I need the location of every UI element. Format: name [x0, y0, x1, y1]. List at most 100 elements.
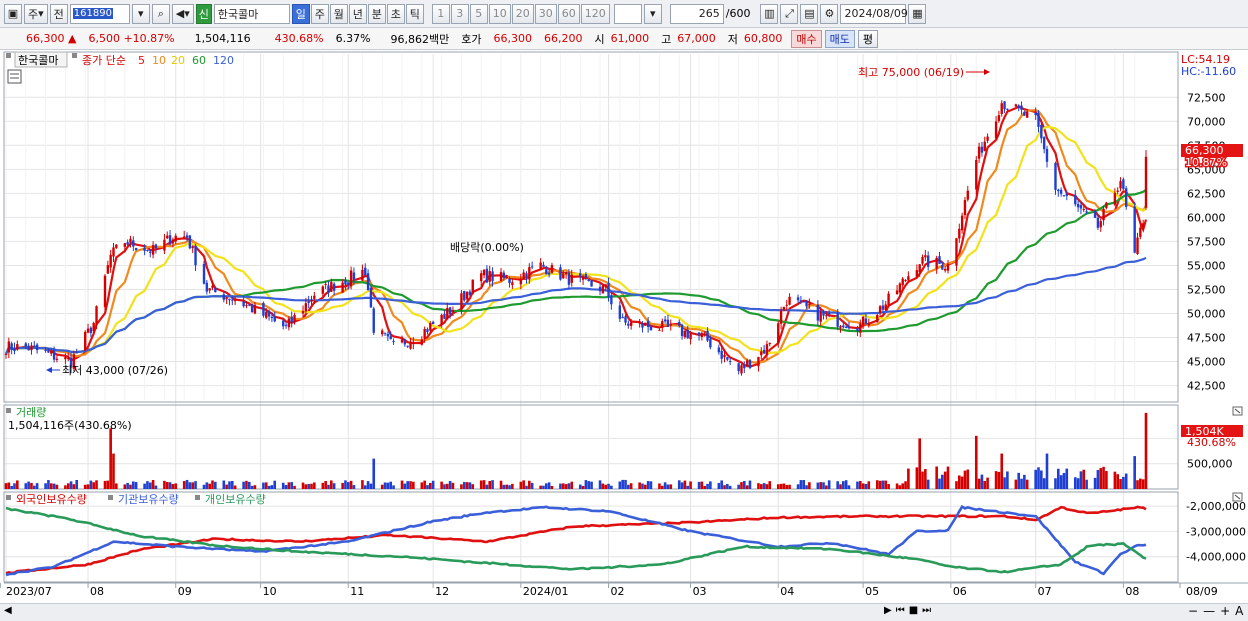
volume-bar	[1006, 471, 1009, 489]
candle-body	[745, 360, 749, 367]
period-tab[interactable]: 월	[329, 3, 348, 24]
date-input[interactable]: 2024/08/09	[840, 3, 908, 24]
volume-bar	[955, 481, 958, 489]
volume-bar	[743, 480, 746, 489]
chart-type-icon[interactable]: ▥	[760, 3, 779, 24]
low-arrow-head-icon	[46, 367, 52, 373]
layout-icon[interactable]: ▣	[4, 3, 22, 24]
price-tick-label: 42,500	[1187, 380, 1226, 393]
sell-button[interactable]: 매도	[824, 29, 855, 48]
save-icon[interactable]: ▤	[800, 3, 819, 24]
period-tab[interactable]: 년	[348, 3, 367, 24]
eval-button[interactable]: 평	[857, 29, 879, 48]
candle-body	[680, 324, 684, 337]
candle-body	[610, 295, 613, 305]
code-input[interactable]: 161890	[69, 3, 130, 24]
volume-bar	[465, 482, 469, 489]
candle-body	[1059, 189, 1063, 194]
candle-body	[867, 322, 870, 326]
stock-name-field[interactable]: 한국콜마	[213, 3, 290, 24]
interval-button[interactable]: 1	[431, 3, 450, 24]
period-tab[interactable]: 틱	[405, 3, 424, 24]
text-size-icon[interactable]: A	[1235, 604, 1243, 618]
candle-body	[1093, 210, 1097, 218]
volume-bar	[799, 480, 803, 489]
volume-bar	[581, 485, 585, 489]
period-tab[interactable]: 초	[386, 3, 405, 24]
stop-icon[interactable]: ■	[909, 605, 918, 616]
volume-bar	[740, 482, 743, 489]
period-tab[interactable]: 주	[310, 3, 329, 24]
interval-button[interactable]: 60	[557, 3, 580, 24]
volume-bar	[191, 482, 194, 489]
period-tab[interactable]: 분	[367, 3, 386, 24]
candle-body	[975, 159, 978, 190]
chevron-down-icon[interactable]: ▾	[131, 3, 150, 24]
volume-bar	[304, 484, 308, 489]
volume-bar	[878, 480, 882, 489]
candle-body	[30, 345, 33, 351]
volume-bar	[301, 482, 305, 489]
interval-button[interactable]: 20	[511, 3, 534, 24]
candle-body	[13, 347, 16, 352]
volume-bar	[403, 483, 407, 489]
draw-tool-icon[interactable]: ⤢	[780, 3, 799, 24]
volume-bar	[1037, 467, 1040, 489]
volume-bar	[802, 480, 806, 489]
chevron-down-icon[interactable]: ▾	[643, 3, 662, 24]
candle-body	[372, 308, 375, 333]
interval-button[interactable]: 3	[450, 3, 469, 24]
volume-bar	[703, 485, 707, 489]
gear-icon[interactable]: ⚙	[820, 3, 839, 24]
volume-bar	[1099, 468, 1103, 489]
volume-bar	[904, 481, 907, 489]
candle-body	[511, 282, 514, 286]
x-tick-label: 08/09	[1186, 585, 1218, 598]
x-tick-label: 06	[953, 585, 967, 598]
stock-chart[interactable]: 42,500 45,000 47,500 50,000 52,500 55,000 57,5…	[0, 50, 1248, 603]
volume-bar	[861, 483, 865, 489]
volume-bar	[1133, 456, 1136, 489]
prev-button[interactable]: 전	[49, 3, 68, 24]
candle-body	[33, 345, 36, 347]
scroll-right-icon[interactable]: ▶	[884, 605, 892, 616]
chart-area[interactable]: 42,500 45,000 47,500 50,000 52,500 55,000 57,5…	[0, 50, 1248, 603]
fast-forward-icon[interactable]: ⏭	[922, 605, 931, 616]
interval-button[interactable]: 10	[488, 3, 511, 24]
chart-scrollbar[interactable]: ◀ ▶ ⏮ ■ ⏭ − — + A	[0, 603, 1248, 621]
candle-body	[84, 331, 87, 351]
line-icon[interactable]: —	[1203, 604, 1215, 618]
period-tab[interactable]: 일	[291, 3, 310, 24]
period-select[interactable]: 주 ▾	[24, 3, 48, 24]
candle-body	[1065, 193, 1068, 196]
volume-bar	[69, 481, 73, 489]
scroll-left-icon[interactable]: ◀	[4, 605, 12, 616]
candle-body	[64, 356, 67, 360]
candle-body	[1141, 223, 1145, 228]
legend-foreign: 외국인보유수량	[16, 493, 87, 506]
zoom-in-icon[interactable]: +	[1220, 604, 1230, 618]
volume-bar	[341, 482, 344, 489]
volume-bar	[1020, 478, 1023, 489]
rewind-icon[interactable]: ⏮	[896, 605, 905, 616]
count-input[interactable]: 265	[669, 3, 724, 24]
zoom-out-icon[interactable]: −	[1188, 604, 1198, 618]
speaker-icon[interactable]: ◀▾	[171, 3, 194, 24]
candle-body	[836, 313, 839, 327]
interval-custom-input[interactable]	[613, 3, 642, 24]
candle-body	[1119, 181, 1122, 189]
volume-bar	[332, 483, 336, 489]
interval-button[interactable]: 120	[580, 3, 610, 24]
search-icon[interactable]: ⌕	[151, 3, 170, 24]
calendar-icon[interactable]: ▦	[908, 3, 927, 24]
volume-bar	[165, 481, 169, 489]
interval-button[interactable]: 30	[534, 3, 557, 24]
volume-bar	[757, 483, 760, 489]
interval-button[interactable]: 5	[469, 3, 488, 24]
candle-body	[440, 314, 443, 325]
buy-button[interactable]: 매수	[791, 29, 822, 48]
volume-bar	[380, 484, 384, 489]
table-toggle-icon[interactable]	[7, 69, 22, 84]
candle-body	[977, 146, 981, 159]
x-tick-label: 10	[263, 585, 277, 598]
